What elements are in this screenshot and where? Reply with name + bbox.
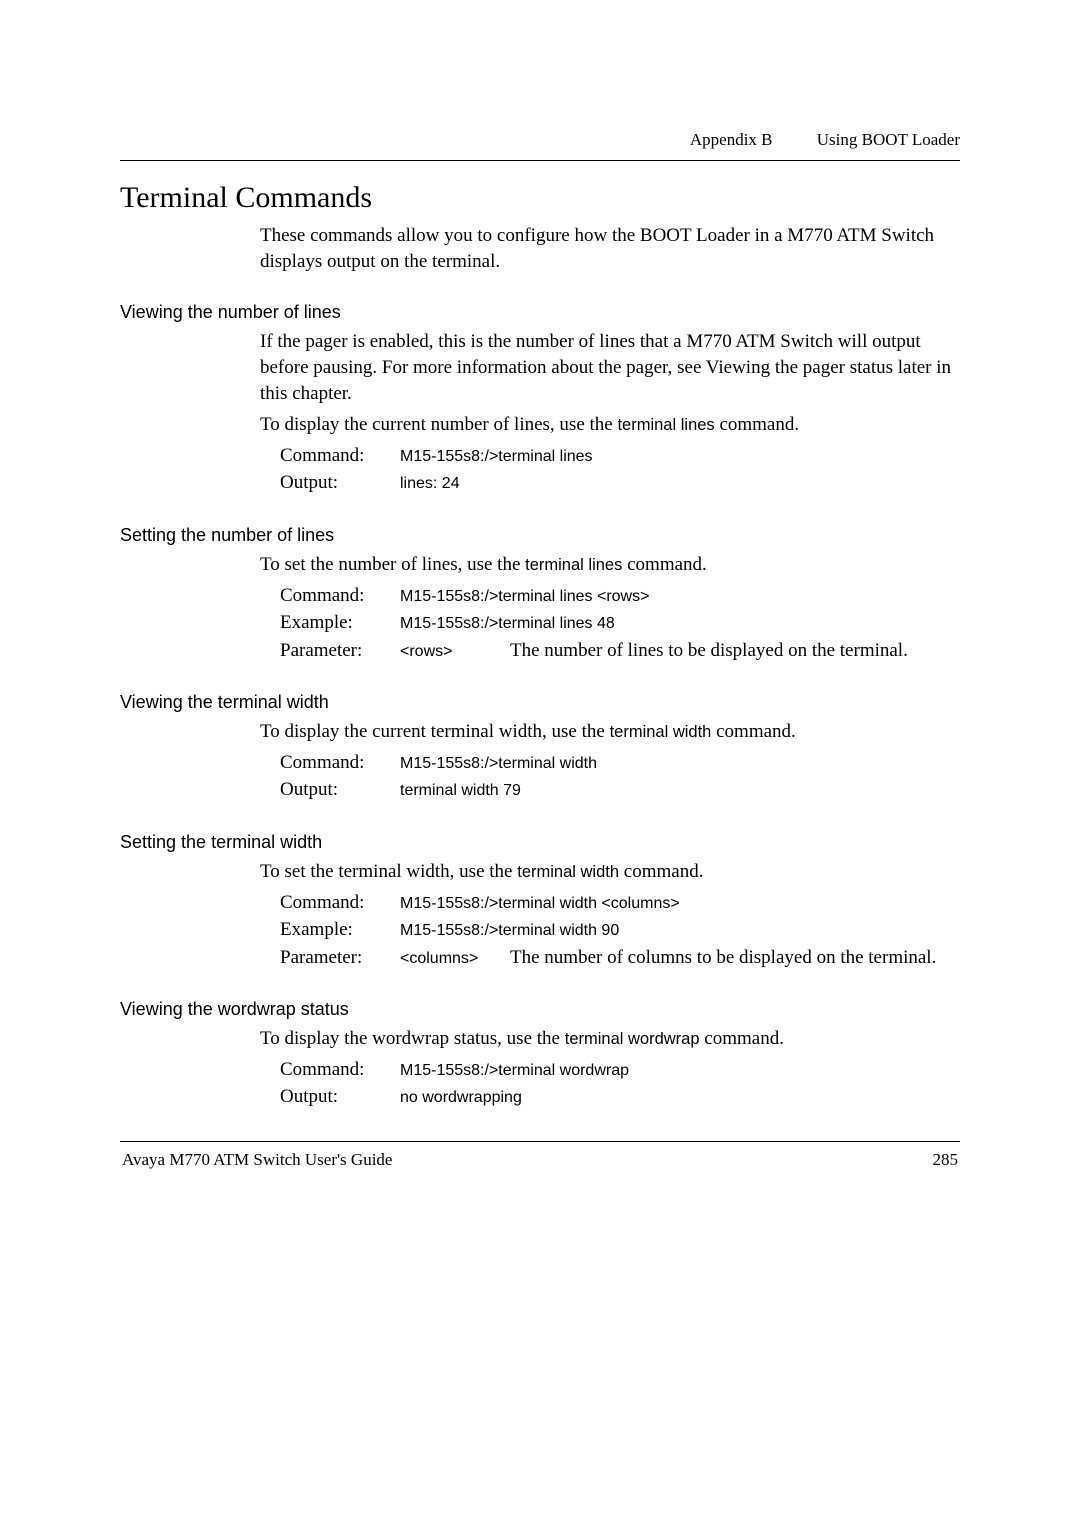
setting-lines-set-line: To set the number of lines, use the term…	[260, 552, 960, 578]
viewing-lines-para: If the pager is enabled, this is the num…	[260, 329, 960, 406]
viewing-lines-command-row: Command: M15-155s8:/>terminal lines	[280, 442, 960, 470]
command-label: Command:	[280, 1056, 400, 1084]
command-label: Command:	[280, 889, 400, 917]
param-token: <columns>	[400, 944, 510, 972]
output-value: no wordwrapping	[400, 1083, 522, 1111]
setting-width-set-pre: To set the terminal width, use the	[260, 861, 517, 882]
subheading-viewing-lines: Viewing the number of lines	[120, 302, 960, 323]
viewing-width-display-pre: To display the current terminal width, u…	[260, 721, 610, 742]
viewing-lines-display-post: command.	[715, 414, 799, 435]
footer-rule	[120, 1141, 960, 1142]
viewing-wordwrap-display-post: command.	[700, 1028, 784, 1049]
footer-page-number: 285	[933, 1150, 959, 1170]
viewing-width-output-row: Output: terminal width 79	[280, 776, 960, 804]
command-label: Command:	[280, 442, 400, 470]
viewing-wordwrap-display-cmd: terminal wordwrap	[565, 1030, 700, 1048]
example-value: M15-155s8:/>terminal lines 48	[400, 609, 615, 637]
subheading-setting-lines: Setting the number of lines	[120, 525, 960, 546]
example-value: M15-155s8:/>terminal width 90	[400, 916, 619, 944]
setting-width-example-row: Example: M15-155s8:/>terminal width 90	[280, 916, 960, 944]
setting-width-param-row: Parameter: <columns> The number of colum…	[280, 944, 960, 972]
viewing-wordwrap-display-pre: To display the wordwrap status, use the	[260, 1028, 565, 1049]
setting-lines-set-pre: To set the number of lines, use the	[260, 554, 525, 575]
viewing-lines-display-line: To display the current number of lines, …	[260, 412, 960, 438]
page-footer: Avaya M770 ATM Switch User's Guide 285	[120, 1150, 960, 1170]
setting-lines-command-row: Command: M15-155s8:/>terminal lines <row…	[280, 582, 960, 610]
footer-left: Avaya M770 ATM Switch User's Guide	[122, 1150, 392, 1170]
output-value: terminal width 79	[400, 776, 521, 804]
command-value: M15-155s8:/>terminal lines	[400, 442, 593, 470]
subheading-viewing-width: Viewing the terminal width	[120, 692, 960, 713]
setting-lines-set-post: command.	[622, 554, 706, 575]
output-label: Output:	[280, 469, 400, 497]
viewing-lines-display-pre: To display the current number of lines, …	[260, 414, 617, 435]
page-header: Appendix B Using BOOT Loader	[120, 130, 960, 150]
setting-width-set-cmd: terminal width	[517, 863, 619, 881]
command-value: M15-155s8:/>terminal wordwrap	[400, 1056, 629, 1084]
setting-width-command-row: Command: M15-155s8:/>terminal width <col…	[280, 889, 960, 917]
param-label: Parameter:	[280, 944, 400, 972]
viewing-wordwrap-display-line: To display the wordwrap status, use the …	[260, 1026, 960, 1052]
viewing-wordwrap-output-row: Output: no wordwrapping	[280, 1083, 960, 1111]
command-value: M15-155s8:/>terminal width <columns>	[400, 889, 680, 917]
output-value: lines: 24	[400, 469, 460, 497]
output-label: Output:	[280, 776, 400, 804]
header-appendix: Appendix B	[690, 130, 773, 149]
output-label: Output:	[280, 1083, 400, 1111]
viewing-width-display-line: To display the current terminal width, u…	[260, 719, 960, 745]
param-desc: The number of columns to be displayed on…	[510, 944, 936, 972]
command-label: Command:	[280, 749, 400, 777]
section-title: Terminal Commands	[120, 181, 960, 215]
command-label: Command:	[280, 582, 400, 610]
param-desc: The number of lines to be displayed on t…	[510, 637, 908, 665]
viewing-wordwrap-command-row: Command: M15-155s8:/>terminal wordwrap	[280, 1056, 960, 1084]
setting-lines-param-row: Parameter: <rows> The number of lines to…	[280, 637, 960, 665]
example-label: Example:	[280, 609, 400, 637]
header-rule	[120, 160, 960, 161]
param-token: <rows>	[400, 637, 510, 665]
command-value: M15-155s8:/>terminal lines <rows>	[400, 582, 649, 610]
setting-width-set-line: To set the terminal width, use the termi…	[260, 859, 960, 885]
setting-width-set-post: command.	[619, 861, 703, 882]
param-label: Parameter:	[280, 637, 400, 665]
viewing-width-command-row: Command: M15-155s8:/>terminal width	[280, 749, 960, 777]
header-title: Using BOOT Loader	[817, 130, 960, 149]
command-value: M15-155s8:/>terminal width	[400, 749, 597, 777]
subheading-viewing-wordwrap: Viewing the wordwrap status	[120, 999, 960, 1020]
setting-lines-set-cmd: terminal lines	[525, 556, 622, 574]
viewing-lines-display-cmd: terminal lines	[617, 416, 714, 434]
viewing-lines-output-row: Output: lines: 24	[280, 469, 960, 497]
example-label: Example:	[280, 916, 400, 944]
intro-text: These commands allow you to configure ho…	[260, 223, 960, 274]
viewing-width-display-post: command.	[711, 721, 795, 742]
subheading-setting-width: Setting the terminal width	[120, 832, 960, 853]
setting-lines-example-row: Example: M15-155s8:/>terminal lines 48	[280, 609, 960, 637]
viewing-width-display-cmd: terminal width	[610, 723, 712, 741]
